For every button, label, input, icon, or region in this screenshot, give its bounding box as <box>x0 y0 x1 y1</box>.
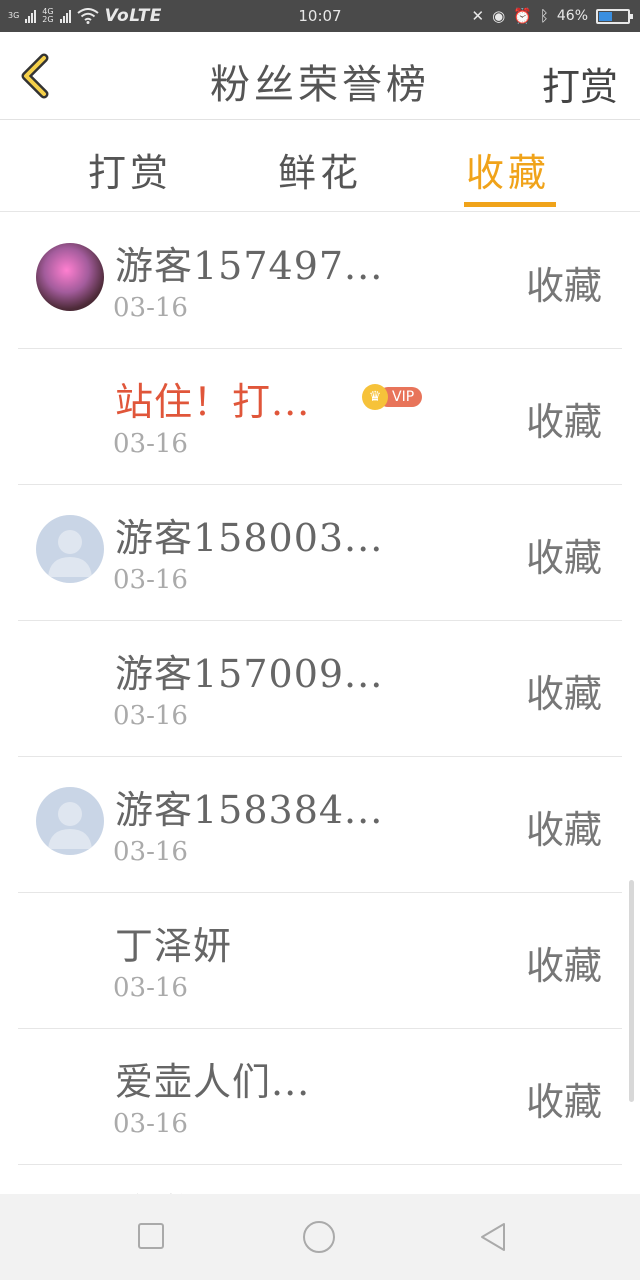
battery-fill <box>599 11 612 21</box>
item-type: 收藏 <box>525 536 602 580</box>
scrollbar[interactable] <box>629 880 634 1102</box>
user-name: 游客157009... <box>115 652 384 696</box>
system-nav-bar <box>0 1194 640 1280</box>
top-nav-bar: 粉丝荣誉榜 打赏 <box>0 32 640 120</box>
item-type: 收藏 <box>525 1080 602 1124</box>
rotation-lock-icon: ◉ <box>492 7 506 25</box>
battery-icon <box>596 8 633 24</box>
item-date: 03-16 <box>113 837 188 867</box>
user-name: 爱壶人们... <box>115 1060 311 1104</box>
fan-list: 游客157497... 03-16 收藏 站住！打... ♛ VIP 03-16… <box>0 213 640 1165</box>
tab-flowers[interactable]: 鲜花 <box>278 142 362 197</box>
status-bar: 3G 4G 2G VoLTE 10:07 ✕ ◉ ⏰ ᛒ 46% <box>0 0 640 32</box>
item-type: 收藏 <box>525 672 602 716</box>
vip-badge: ♛ VIP <box>362 384 423 410</box>
default-avatar-icon <box>48 530 92 577</box>
default-avatar-icon <box>48 802 92 849</box>
list-item[interactable]: 游客157009... 03-16 收藏 <box>0 621 640 757</box>
item-date: 03-16 <box>113 565 188 595</box>
list-item[interactable]: 丁泽妍 03-16 收藏 <box>0 893 640 1029</box>
user-name: 丁泽妍 <box>115 924 233 968</box>
tab-favorites[interactable]: 收藏 <box>466 142 550 197</box>
silent-icon: ✕ <box>471 7 485 25</box>
list-item[interactable]: 游客158003... 03-16 收藏 <box>0 485 640 621</box>
recent-apps-square-icon[interactable] <box>137 1222 165 1250</box>
item-date: 03-16 <box>113 973 188 1003</box>
avatar[interactable] <box>36 243 104 311</box>
status-right: ✕ ◉ ⏰ ᛒ 46% <box>471 0 633 32</box>
list-item[interactable]: 游客158384... 03-16 收藏 <box>0 757 640 893</box>
battery-percent: 46% <box>556 8 588 24</box>
user-name: 游客158003... <box>115 516 384 560</box>
list-item[interactable]: 游客157497... 03-16 收藏 <box>0 213 640 349</box>
list-item[interactable]: 爱壶人们... 03-16 收藏 <box>0 1029 640 1165</box>
user-name: 游客158384... <box>115 788 384 832</box>
item-date: 03-16 <box>113 429 188 459</box>
item-date: 03-16 <box>113 1109 188 1139</box>
avatar[interactable] <box>36 787 104 855</box>
item-type: 收藏 <box>525 400 602 444</box>
alarm-icon: ⏰ <box>513 7 532 25</box>
user-name: 游客157497... <box>115 244 384 288</box>
tab-bar: 打赏 鲜花 收藏 <box>0 120 640 212</box>
item-date: 03-16 <box>113 293 188 323</box>
tab-reward[interactable]: 打赏 <box>88 142 172 197</box>
back-triangle-icon[interactable] <box>478 1221 508 1253</box>
divider <box>18 1164 622 1165</box>
list-item[interactable]: 站住！打... ♛ VIP 03-16 收藏 <box>0 349 640 485</box>
active-tab-indicator <box>464 202 556 207</box>
bluetooth-icon: ᛒ <box>539 7 549 25</box>
item-date: 03-16 <box>113 701 188 731</box>
user-name: 站住！打... <box>115 380 311 424</box>
item-type: 收藏 <box>525 944 602 988</box>
crown-icon: ♛ <box>362 384 388 410</box>
item-type: 收藏 <box>525 264 602 308</box>
home-circle-icon[interactable] <box>302 1220 336 1254</box>
item-type: 收藏 <box>525 808 602 852</box>
avatar[interactable] <box>36 515 104 583</box>
reward-button[interactable]: 打赏 <box>542 56 618 111</box>
